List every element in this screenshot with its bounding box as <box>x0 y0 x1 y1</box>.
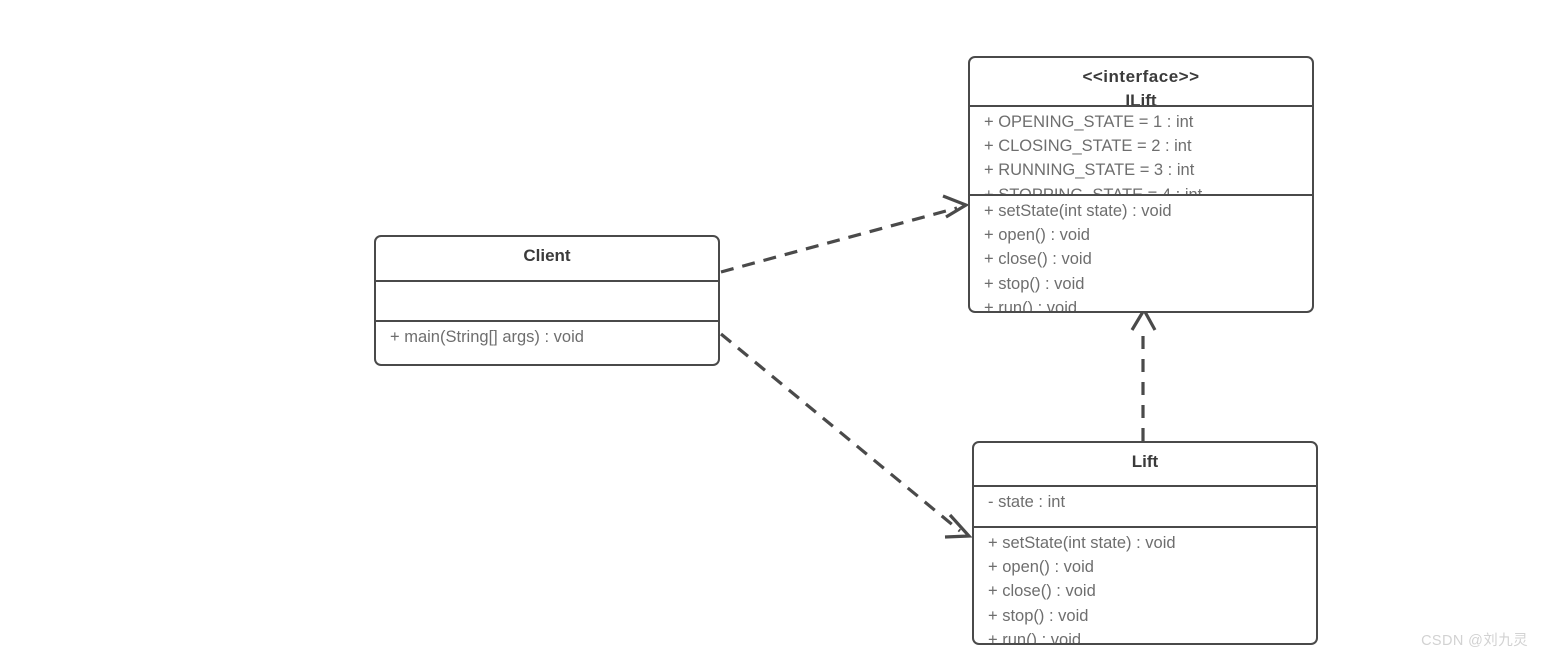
ilift-method-setstate: + setState(int state) : void <box>984 202 1172 220</box>
ilift-attribute-opening-state: + OPENING_STATE = 1 : int <box>984 113 1194 131</box>
uml-class-ilift[interactable]: <<interface>> ILift + OPENING_STATE = 1 … <box>968 56 1314 313</box>
lift-method-close: + close() : void <box>988 582 1096 601</box>
relation-lift-to-ilift <box>1130 306 1157 441</box>
ilift-class-name: ILift <box>1125 91 1157 105</box>
uml-class-client[interactable]: Client + main(String[] args) : void <box>374 235 720 366</box>
uml-class-lift[interactable]: Lift - state : int + setState(int state)… <box>972 441 1318 645</box>
ilift-method-run: + run() : void <box>984 298 1078 312</box>
ilift-methods-compartment: + setState(int state) : void + open() : … <box>970 194 1312 312</box>
lift-class-name: Lift <box>1131 452 1159 471</box>
lift-attributes-compartment: - state : int <box>974 485 1316 526</box>
ilift-method-close: + close() : void <box>984 250 1092 269</box>
lift-header: Lift <box>974 443 1316 485</box>
lift-attribute-state: - state : int <box>988 493 1066 511</box>
lift-method-stop: + stop() : void <box>988 606 1089 625</box>
client-methods-compartment: + main(String[] args) : void <box>376 320 718 364</box>
watermark-csdn: CSDN @刘九灵 <box>1421 633 1528 649</box>
ilift-attribute-closing-state: + CLOSING_STATE = 2 : int <box>984 137 1192 156</box>
ilift-header: <<interface>> ILift <box>970 58 1312 105</box>
lift-method-setstate: + setState(int state) : void <box>988 534 1176 552</box>
ilift-attributes-compartment: + OPENING_STATE = 1 : int + CLOSING_STAT… <box>970 105 1312 194</box>
ilift-method-stop: + stop() : void <box>984 274 1085 293</box>
client-header: Client <box>376 237 718 280</box>
client-attributes-compartment <box>376 280 718 320</box>
relation-client-to-lift <box>719 332 973 539</box>
ilift-stereotype: <<interface>> <box>1082 67 1200 86</box>
relation-client-to-ilift <box>720 194 970 274</box>
lift-methods-compartment: + setState(int state) : void + open() : … <box>974 526 1316 644</box>
ilift-attribute-running-state: + RUNNING_STATE = 3 : int <box>984 161 1195 180</box>
lift-method-run: + run() : void <box>988 630 1082 644</box>
ilift-attribute-stopping-state: + STOPPING_STATE = 4 : int <box>984 183 1312 194</box>
ilift-method-open: + open() : void <box>984 226 1090 245</box>
client-method-main: + main(String[] args) : void <box>390 328 584 346</box>
client-class-name: Client <box>523 246 571 265</box>
lift-method-open: + open() : void <box>988 558 1094 577</box>
